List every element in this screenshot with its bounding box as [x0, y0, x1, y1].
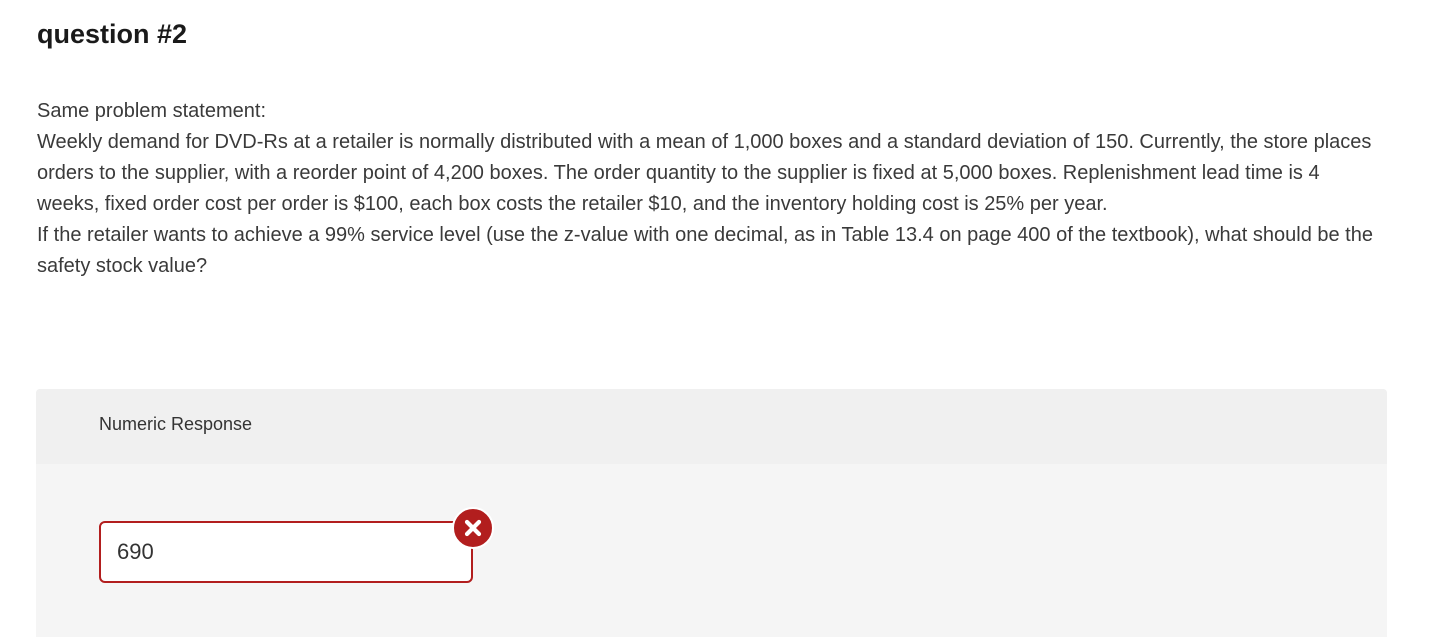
response-header: Numeric Response	[36, 389, 1387, 464]
problem-statement: Weekly demand for DVD-Rs at a retailer i…	[37, 131, 1372, 215]
incorrect-x-icon	[452, 507, 494, 549]
problem-question: If the retailer wants to achieve a 99% s…	[37, 224, 1373, 277]
question-body: Same problem statement: Weekly demand fo…	[37, 96, 1377, 282]
question-title: question #2	[37, 19, 188, 49]
problem-intro: Same problem statement:	[37, 100, 266, 122]
response-type-label: Numeric Response	[99, 414, 253, 434]
numeric-response-panel: Numeric Response	[36, 389, 1387, 637]
question-page: question #2 Same problem statement: Week…	[0, 0, 1454, 637]
answer-field-wrapper	[99, 507, 494, 583]
numeric-answer-input[interactable]	[99, 521, 473, 583]
